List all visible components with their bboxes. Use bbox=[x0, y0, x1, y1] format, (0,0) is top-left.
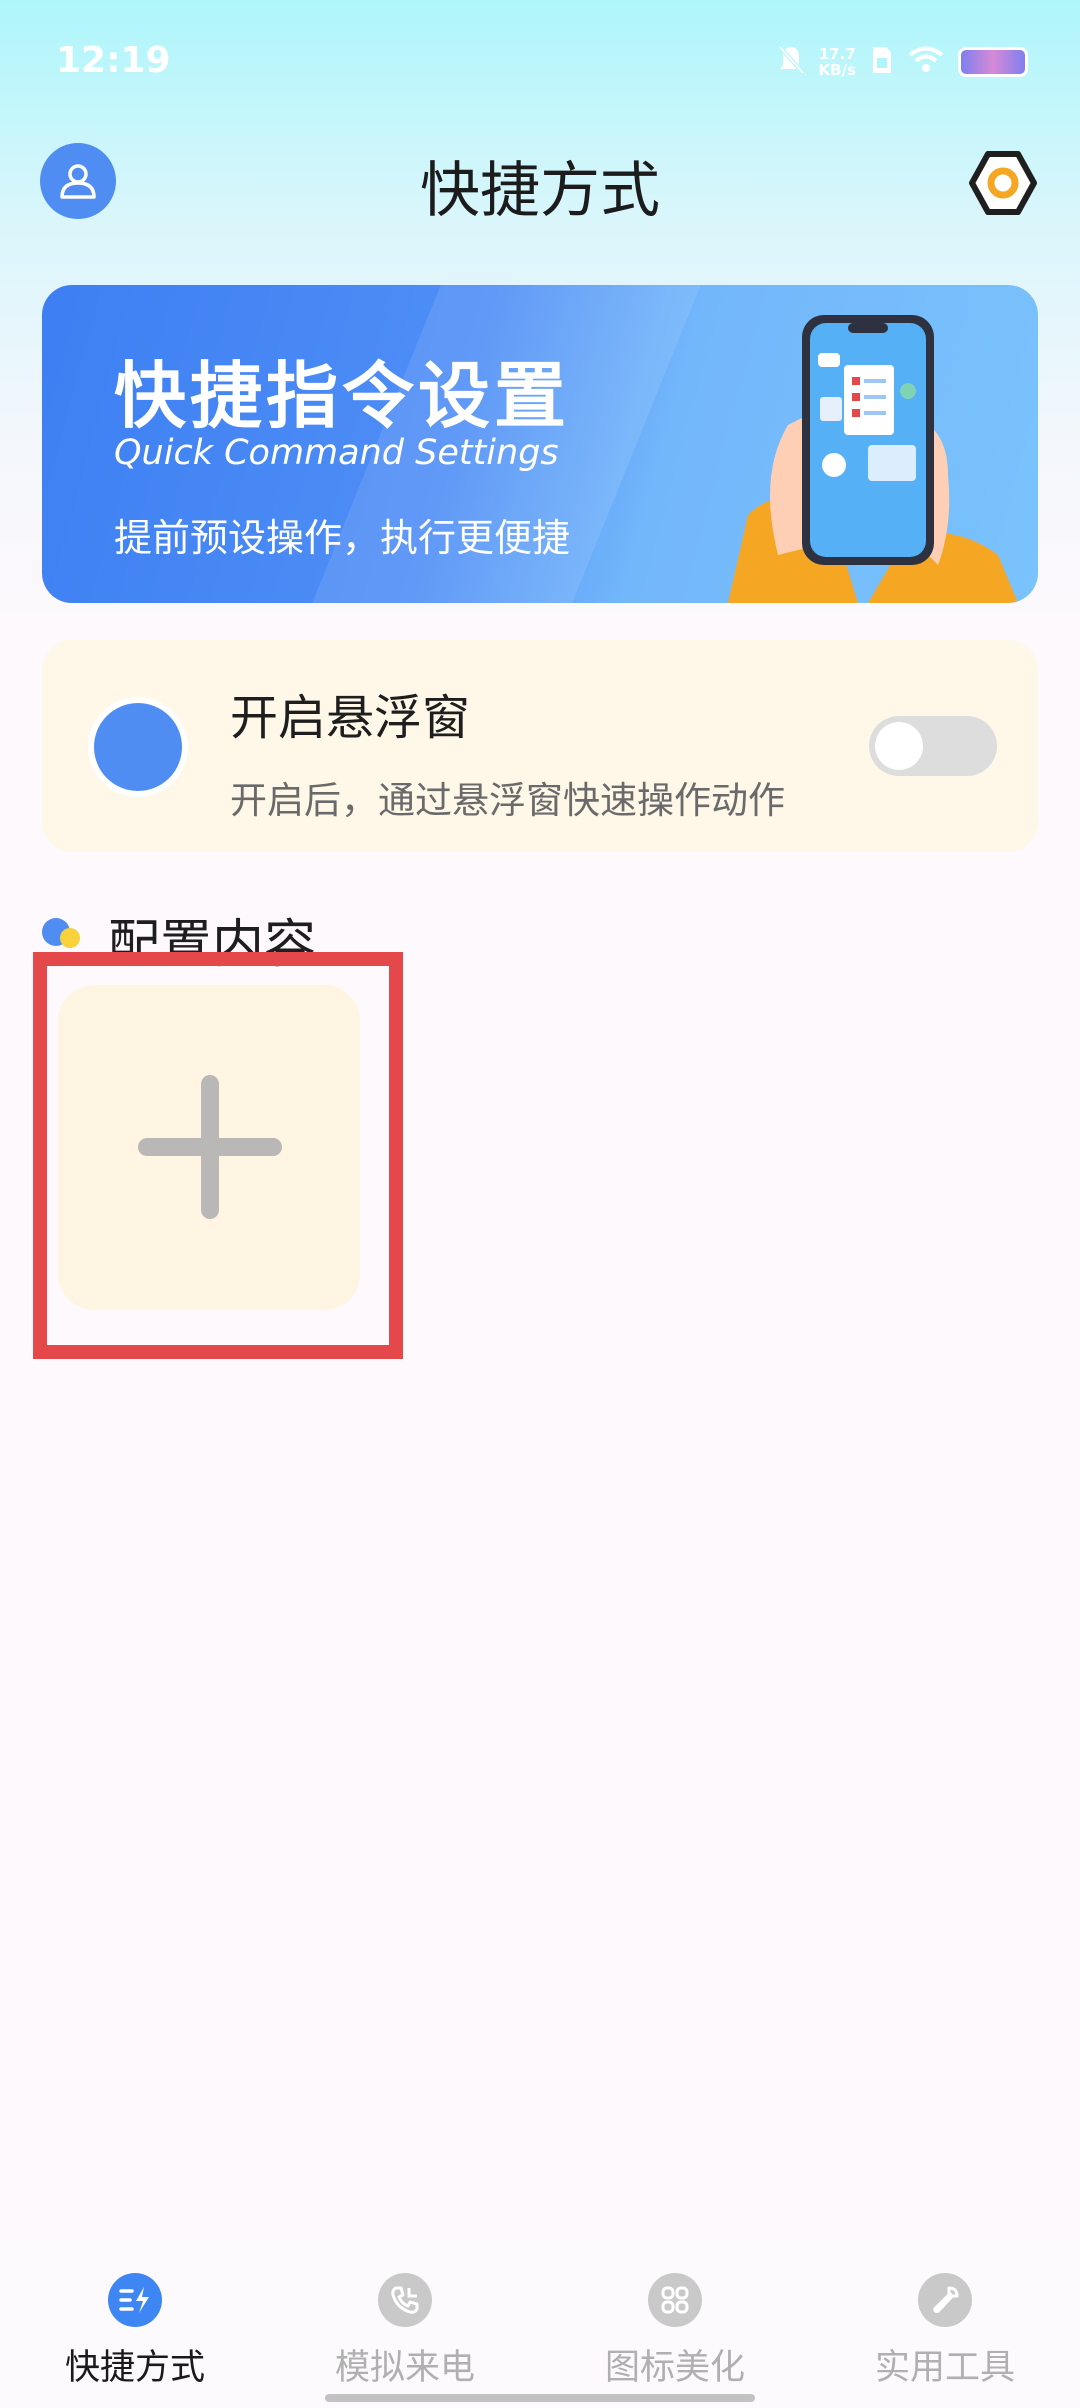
banner-description: 提前预设操作，执行更便捷 bbox=[114, 516, 571, 560]
home-indicator[interactable] bbox=[325, 2394, 755, 2402]
floating-window-icon bbox=[88, 697, 188, 797]
nav-label: 实用工具 bbox=[874, 2348, 1015, 2388]
nav-item-icon-beautify[interactable]: 图标美化 bbox=[540, 2236, 810, 2408]
banner-title: 快捷指令设置 bbox=[114, 354, 571, 438]
floating-window-card: 开启悬浮窗 开启后，通过悬浮窗快速操作动作 bbox=[42, 640, 1038, 852]
net-speed: 17.7 KB/s bbox=[819, 46, 856, 78]
shortcut-icon bbox=[108, 2273, 162, 2327]
status-bar: 12:19 17.7 KB/s bbox=[0, 0, 1080, 125]
grid-icon bbox=[648, 2273, 702, 2327]
banner-subtitle: Quick Command Settings bbox=[114, 433, 559, 473]
toggle-knob bbox=[875, 722, 923, 770]
floating-window-toggle[interactable] bbox=[869, 716, 997, 776]
bottom-navigation: 快捷方式 模拟来电 图标美化 实用工具 bbox=[0, 2236, 1080, 2408]
floating-window-description: 开启后，通过悬浮窗快速操作动作 bbox=[230, 779, 785, 822]
nav-label: 快捷方式 bbox=[64, 2348, 205, 2388]
nav-label: 模拟来电 bbox=[334, 2348, 475, 2388]
section-dots-icon bbox=[42, 918, 80, 948]
nav-item-tools[interactable]: 实用工具 bbox=[810, 2236, 1080, 2408]
phone-call-icon bbox=[378, 2273, 432, 2327]
battery-icon bbox=[958, 47, 1028, 77]
floating-window-title: 开启悬浮窗 bbox=[230, 690, 471, 746]
settings-button[interactable] bbox=[968, 148, 1038, 218]
status-icons: 17.7 KB/s bbox=[777, 40, 1028, 84]
nav-label: 图标美化 bbox=[604, 2348, 745, 2388]
wrench-icon bbox=[918, 2273, 972, 2327]
quick-command-banner[interactable]: 快捷指令设置 Quick Command Settings 提前预设操作，执行更… bbox=[42, 285, 1038, 603]
net-speed-value: 17.7 bbox=[818, 45, 856, 63]
wifi-icon bbox=[908, 46, 944, 78]
phone-in-hand-illustration bbox=[728, 315, 1018, 603]
mute-icon bbox=[777, 43, 805, 81]
status-time: 12:19 bbox=[56, 40, 171, 81]
page-title: 快捷方式 bbox=[420, 156, 660, 226]
nav-item-shortcuts[interactable]: 快捷方式 bbox=[0, 2236, 270, 2408]
sim-icon bbox=[870, 44, 894, 80]
nav-item-fake-call[interactable]: 模拟来电 bbox=[270, 2236, 540, 2408]
highlight-box bbox=[33, 952, 403, 1359]
hexagon-settings-icon bbox=[969, 151, 1037, 215]
net-speed-unit: KB/s bbox=[818, 61, 856, 79]
